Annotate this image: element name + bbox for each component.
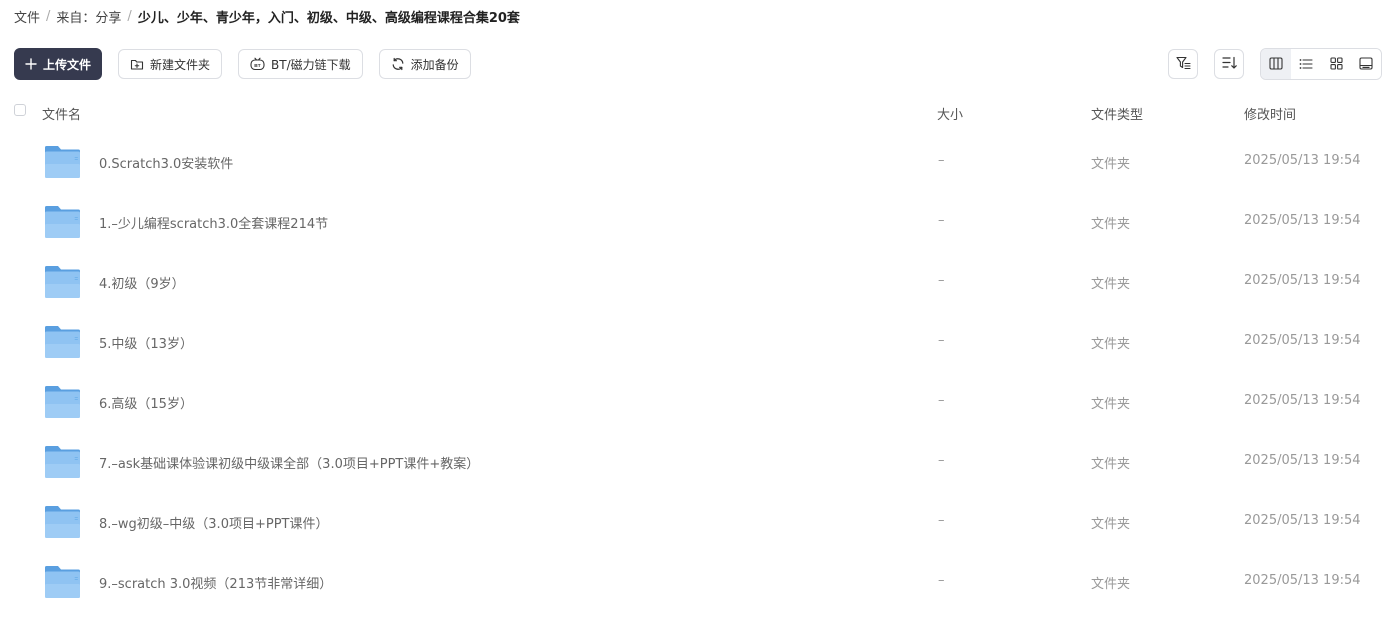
- file-mtime: 2025/05/13 19:54: [1244, 453, 1361, 468]
- folder-plus-icon: [130, 58, 144, 71]
- sync-icon: [391, 57, 405, 71]
- file-mtime: 2025/05/13 19:54: [1244, 513, 1361, 528]
- file-name[interactable]: 8.–wg初级–中级（3.0项目+PPT课件）: [99, 513, 328, 532]
- preview-view-button[interactable]: [1351, 49, 1381, 79]
- upload-file-button[interactable]: 上传文件: [14, 48, 103, 80]
- table-row[interactable]: 9.–scratch 3.0视频（213节非常详细） – 文件夹 2025/05…: [0, 552, 1396, 612]
- table-header: 文件名 大小 文件类型 修改时间: [0, 100, 1396, 124]
- table-row[interactable]: 6.高级（15岁） – 文件夹 2025/05/13 19:54: [0, 372, 1396, 432]
- file-mtime: 2025/05/13 19:54: [1244, 213, 1361, 228]
- bt-magnet-download-button[interactable]: BT BT/磁力链下载: [238, 49, 363, 79]
- breadcrumb: 文件 / 来自：分享 / 少儿、少年、青少年，入门、初级、中级、高级编程课程合集…: [14, 6, 520, 26]
- folder-icon: [44, 385, 81, 419]
- file-size: –: [938, 273, 945, 288]
- filter-button[interactable]: [1168, 49, 1198, 79]
- bt-magnet-download-label: BT/磁力链下载: [271, 57, 351, 72]
- file-type: 文件夹: [1091, 277, 1131, 292]
- file-size: –: [938, 153, 945, 168]
- folder-icon: [44, 565, 81, 599]
- filter-icon: [1175, 55, 1191, 74]
- breadcrumb-source[interactable]: 来自：分享: [56, 7, 121, 26]
- table-row[interactable]: 7.–ask基础课体验课初级中级课全部（3.0项目+PPT课件+教案） – 文件…: [0, 432, 1396, 492]
- list-view-button[interactable]: [1291, 49, 1321, 79]
- file-type: 文件夹: [1091, 517, 1131, 532]
- file-mtime: 2025/05/13 19:54: [1244, 333, 1361, 348]
- folder-icon: [44, 145, 81, 179]
- file-name[interactable]: 7.–ask基础课体验课初级中级课全部（3.0项目+PPT课件+教案）: [99, 453, 479, 472]
- breadcrumb-root[interactable]: 文件: [14, 7, 40, 26]
- bt-icon: BT: [250, 57, 265, 71]
- columns-icon: [1269, 55, 1283, 74]
- file-name[interactable]: 9.–scratch 3.0视频（213节非常详细）: [99, 573, 332, 592]
- column-view-button[interactable]: [1261, 49, 1291, 79]
- new-folder-label: 新建文件夹: [150, 57, 211, 72]
- file-size: –: [938, 393, 945, 408]
- view-mode-switch: [1260, 48, 1382, 80]
- file-size: –: [938, 213, 945, 228]
- file-mtime: 2025/05/13 19:54: [1244, 393, 1361, 408]
- file-size: –: [938, 513, 945, 528]
- header-size[interactable]: 大小: [937, 104, 963, 123]
- file-manager-page: 文件 / 来自：分享 / 少儿、少年、青少年，入门、初级、中级、高级编程课程合集…: [0, 0, 1396, 621]
- sort-icon: [1221, 55, 1237, 74]
- header-name[interactable]: 文件名: [42, 104, 81, 123]
- file-mtime: 2025/05/13 19:54: [1244, 273, 1361, 288]
- file-mtime: 2025/05/13 19:54: [1244, 153, 1361, 168]
- header-type[interactable]: 文件类型: [1091, 104, 1143, 123]
- toolbar: 上传文件 新建文件夹 BT BT/磁力链下载 添加备份: [14, 48, 471, 80]
- folder-icon: [44, 265, 81, 299]
- panel-icon: [1359, 55, 1373, 74]
- svg-text:BT: BT: [254, 63, 260, 69]
- folder-icon: [44, 205, 81, 239]
- table-row[interactable]: 0.Scratch3.0安装软件 – 文件夹 2025/05/13 19:54: [0, 132, 1396, 192]
- table-row[interactable]: 1.–少儿编程scratch3.0全套课程214节 – 文件夹 2025/05/…: [0, 192, 1396, 252]
- file-type: 文件夹: [1091, 577, 1131, 592]
- plus-icon: [25, 58, 37, 70]
- table-row[interactable]: 5.中级（13岁） – 文件夹 2025/05/13 19:54: [0, 312, 1396, 372]
- breadcrumb-separator: /: [127, 8, 132, 24]
- header-mtime[interactable]: 修改时间: [1244, 104, 1296, 123]
- file-name[interactable]: 1.–少儿编程scratch3.0全套课程214节: [99, 213, 328, 232]
- file-type: 文件夹: [1091, 397, 1131, 412]
- folder-icon: [44, 445, 81, 479]
- breadcrumb-current: 少儿、少年、青少年，入门、初级、中级、高级编程课程合集20套: [137, 10, 520, 26]
- sort-button[interactable]: [1214, 49, 1244, 79]
- file-name[interactable]: 4.初级（9岁）: [99, 273, 185, 292]
- add-backup-button[interactable]: 添加备份: [378, 49, 471, 79]
- file-type: 文件夹: [1091, 217, 1131, 232]
- add-backup-label: 添加备份: [410, 57, 459, 72]
- file-type: 文件夹: [1091, 337, 1131, 352]
- file-type: 文件夹: [1091, 457, 1131, 472]
- file-size: –: [938, 333, 945, 348]
- file-size: –: [938, 573, 945, 588]
- file-mtime: 2025/05/13 19:54: [1244, 573, 1361, 588]
- file-name[interactable]: 0.Scratch3.0安装软件: [99, 153, 233, 172]
- grid-view-button[interactable]: [1321, 49, 1351, 79]
- table-row[interactable]: 8.–wg初级–中级（3.0项目+PPT课件） – 文件夹 2025/05/13…: [0, 492, 1396, 552]
- breadcrumb-separator: /: [46, 8, 51, 24]
- grid-icon: [1329, 55, 1343, 74]
- upload-file-label: 上传文件: [43, 57, 92, 72]
- folder-icon: [44, 325, 81, 359]
- file-size: –: [938, 453, 945, 468]
- file-list: 0.Scratch3.0安装软件 – 文件夹 2025/05/13 19:54 …: [0, 132, 1396, 612]
- list-icon: [1299, 55, 1313, 74]
- folder-icon: [44, 505, 81, 539]
- file-name[interactable]: 5.中级（13岁）: [99, 333, 193, 352]
- table-row[interactable]: 4.初级（9岁） – 文件夹 2025/05/13 19:54: [0, 252, 1396, 312]
- file-name[interactable]: 6.高级（15岁）: [99, 393, 193, 412]
- view-tools: [1168, 48, 1382, 80]
- new-folder-button[interactable]: 新建文件夹: [118, 49, 223, 79]
- file-type: 文件夹: [1091, 157, 1131, 172]
